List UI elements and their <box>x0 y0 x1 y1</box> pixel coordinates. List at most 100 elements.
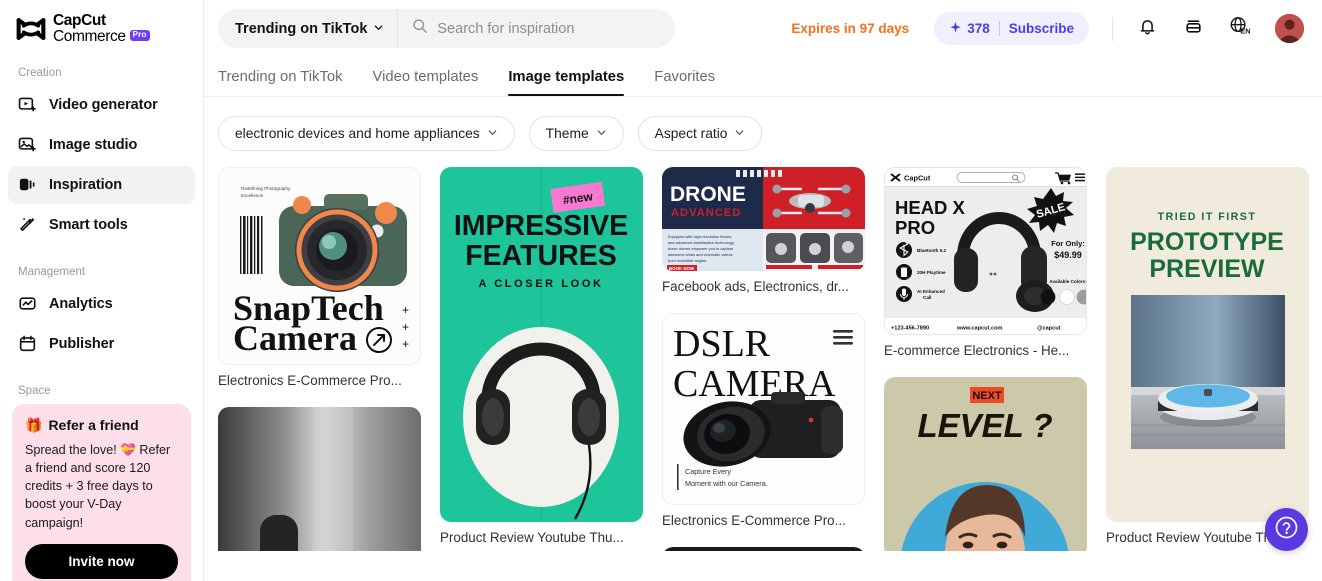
tab-bar: Trending on TikTok Video templates Image… <box>204 57 1322 96</box>
template-thumbnail: TRIED IT FIRST PROTOTYPE PREVIEW <box>1106 167 1309 522</box>
app-logo[interactable]: CapCut Commerce Pro <box>8 0 195 45</box>
pill-divider <box>998 21 1000 36</box>
prototype-line-1: PROTOTYPE <box>1130 228 1284 256</box>
template-card-partial-bottom-3[interactable] <box>662 547 865 551</box>
filter-theme-dropdown[interactable]: Theme <box>528 116 624 151</box>
search-input[interactable] <box>437 20 661 37</box>
svg-text:+: + <box>402 303 409 317</box>
language-button[interactable]: EN <box>1222 12 1256 46</box>
sidebar: CapCut Commerce Pro Creation Video gener… <box>0 0 204 581</box>
tab-trending-on-tiktok[interactable]: Trending on TikTok <box>218 69 342 96</box>
credits-count: 378 <box>949 21 990 37</box>
sparkle-icon <box>949 21 962 37</box>
template-thumbnail: NEXT LEVEL ? <box>884 377 1087 551</box>
sidebar-section-space-label: Space <box>18 384 51 397</box>
camera-illustration <box>279 194 407 292</box>
sidebar-item-publisher[interactable]: Publisher <box>8 325 195 363</box>
drone-body-5: from incredible angles. <box>668 258 707 263</box>
sidebar-item-video-generator[interactable]: Video generator <box>8 86 195 124</box>
search-input-area <box>398 9 675 48</box>
gift-icon: 🎁 <box>25 416 43 433</box>
notifications-button[interactable] <box>1130 12 1164 46</box>
template-card-dslr[interactable]: DSLR CAMERA Capture Every Moment with ou… <box>662 313 865 538</box>
refer-a-friend-card: 🎁 Refer a friend Spread the love! 💝 Refe… <box>12 403 191 581</box>
app-root: CapCut Commerce Pro Creation Video gener… <box>0 0 1322 581</box>
sidebar-item-inspiration[interactable]: Inspiration <box>8 165 195 204</box>
sidebar-item-label: Publisher <box>49 335 115 352</box>
sidebar-item-label: Inspiration <box>49 176 123 193</box>
gallery-column-2: #new IMPRESSIVE FEATURES A CLOSER LOOK P… <box>440 167 643 551</box>
tab-video-templates[interactable]: Video templates <box>372 69 478 96</box>
barcode <box>240 216 263 274</box>
search-source-label: Trending on TikTok <box>235 20 368 37</box>
template-card-impressive-features[interactable]: #new IMPRESSIVE FEATURES A CLOSER LOOK P… <box>440 167 643 551</box>
help-button[interactable] <box>1265 508 1308 551</box>
layers-icon <box>1183 16 1204 42</box>
impressive-line-2: FEATURES <box>465 240 616 272</box>
drone-subtitle: ADVANCED <box>671 207 741 219</box>
filter-bar: electronic devices and home appliances T… <box>204 97 1322 151</box>
sidebar-item-label: Video generator <box>49 96 158 113</box>
subscribe-button[interactable]: Subscribe <box>1009 21 1074 36</box>
sidebar-item-analytics[interactable]: Analytics <box>8 285 195 323</box>
refer-card-body: Spread the love! 💝 Refer a friend and sc… <box>25 442 171 530</box>
template-card-drone[interactable]: DRONE ADVANCED Equipped with high-resolu… <box>662 167 865 304</box>
hamburger-icon <box>833 330 853 345</box>
nextlevel-title: LEVEL ? <box>917 407 1052 444</box>
template-caption: Electronics E-Commerce Pro... <box>662 513 846 528</box>
drone-cta: BOOK NOW <box>669 266 695 271</box>
invite-now-button[interactable]: Invite now <box>25 543 178 579</box>
template-caption: Electronics E-Commerce Pro... <box>218 373 402 388</box>
template-card-snaptech[interactable]: Redefining Photography Excellence SnapTe… <box>218 167 421 398</box>
template-caption: Product Review Youtube Thu... <box>440 530 624 545</box>
smart-tools-icon <box>18 215 37 234</box>
headx-features: Bluetooth 5.2 20H Playtime AI Enhanced C… <box>896 240 947 302</box>
search-source-select[interactable]: Trending on TikTok <box>218 9 399 48</box>
bell-icon <box>1137 16 1158 42</box>
template-thumbnail: BEST <box>218 407 421 551</box>
chevron-down-icon <box>734 126 745 141</box>
top-bar: Trending on TikTok Expires in 97 days <box>204 0 1322 57</box>
headx-title-1: HEAD X <box>895 197 966 218</box>
svg-text:+: + <box>402 320 409 334</box>
prototype-line-2: PREVIEW <box>1149 255 1265 283</box>
filter-category-dropdown[interactable]: electronic devices and home appliances <box>218 116 515 151</box>
headx-feature-2: 20H Playtime <box>917 270 946 275</box>
chevron-down-icon <box>373 21 384 37</box>
tab-favorites[interactable]: Favorites <box>654 69 715 96</box>
analytics-icon <box>18 294 37 313</box>
template-card-next-level[interactable]: NEXT LEVEL ? <box>884 377 1087 551</box>
workspace-button[interactable] <box>1176 12 1210 46</box>
tab-image-templates[interactable]: Image templates <box>508 69 624 96</box>
template-thumbnail: DSLR CAMERA Capture Every Moment with ou… <box>662 313 865 505</box>
template-card-head-x-pro[interactable]: CapCut HEAD X PRO Bluetooth 5.2 20H Play… <box>884 167 1087 368</box>
sidebar-item-smart-tools[interactable]: Smart tools <box>8 206 195 244</box>
sidebar-section-management-label: Management <box>18 265 86 278</box>
headx-web: www.capcut.com <box>956 326 1003 332</box>
sidebar-item-image-studio[interactable]: Image studio <box>8 126 195 164</box>
prototype-eyebrow: TRIED IT FIRST <box>1158 211 1257 223</box>
logo-line-1: CapCut <box>53 12 106 29</box>
filter-aspect-ratio-dropdown[interactable]: Aspect ratio <box>637 116 763 151</box>
headx-feature-1: Bluetooth 5.2 <box>917 248 947 253</box>
template-card-speaker[interactable]: BEST <box>218 407 421 551</box>
help-question-icon <box>1274 515 1299 545</box>
credits-subscribe-pill[interactable]: 378 Subscribe <box>934 12 1089 45</box>
template-card-prototype-preview[interactable]: TRIED IT FIRST PROTOTYPE PREVIEW Product… <box>1106 167 1309 551</box>
dslr-line-1: DSLR <box>673 323 771 365</box>
dslr-footer-1: Capture Every <box>685 467 731 476</box>
chevron-down-icon <box>487 126 498 141</box>
avatar[interactable] <box>1275 14 1304 43</box>
expires-status: Expires in 97 days <box>791 21 910 36</box>
language-code: EN <box>1240 27 1250 36</box>
drone-body-1: Equipped with high-resolution lenses <box>668 234 731 239</box>
image-studio-icon <box>18 135 37 154</box>
credits-value: 378 <box>967 21 990 36</box>
gallery-column-5: TRIED IT FIRST PROTOTYPE PREVIEW Product… <box>1106 167 1309 551</box>
headx-price-label: For Only: <box>1051 239 1085 248</box>
logo-wordmark: CapCut Commerce Pro <box>53 13 150 45</box>
svg-text:+: + <box>402 337 409 351</box>
dslr-line-2: CAMERA <box>673 363 836 405</box>
template-thumbnail: #new IMPRESSIVE FEATURES A CLOSER LOOK <box>440 167 643 522</box>
capcut-logo-icon <box>16 17 46 41</box>
